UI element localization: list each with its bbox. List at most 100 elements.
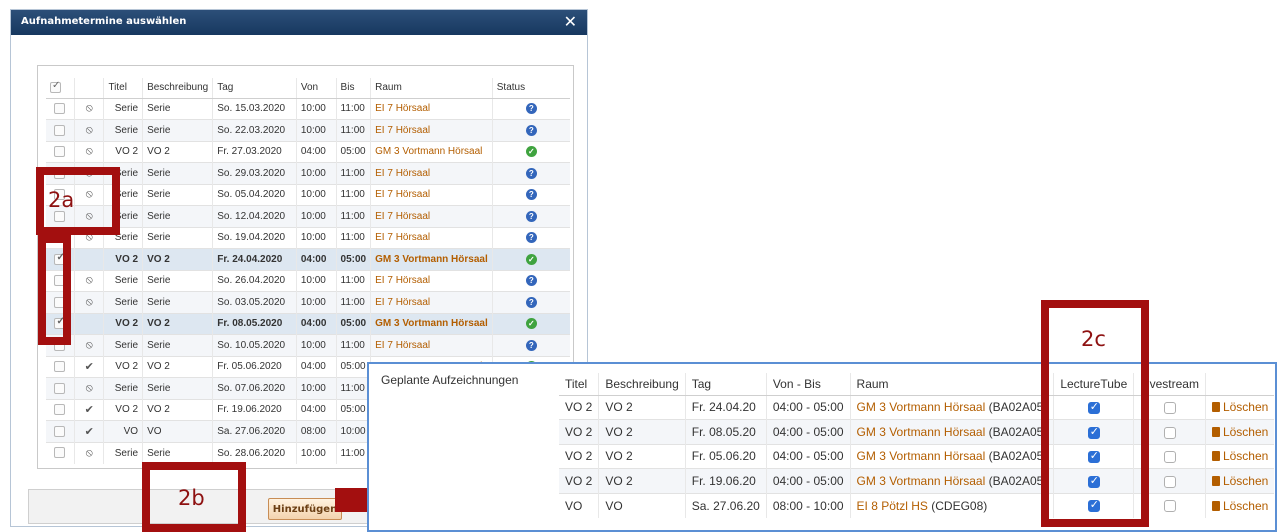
row-checkbox[interactable] bbox=[54, 404, 66, 416]
status-question-icon: ? bbox=[525, 232, 537, 244]
table-row[interactable]: ⦸ Serie Serie So. 26.04.2020 10:00 11:00 EI 7 … bbox=[46, 269, 570, 292]
add-button[interactable]: Hinzufügen bbox=[268, 498, 342, 520]
cell-actions[interactable]: Löschen bbox=[1204, 394, 1275, 420]
row-select-cell[interactable] bbox=[46, 398, 75, 421]
planned-row: VO 2 VO 2 Fr. 24.04.20 04:00 - 05:00 GM 3 Vo… bbox=[559, 394, 1275, 420]
table-row[interactable]: VO 2VO 2Fr. 24.04.202004:0005:00GM 3 Vor… bbox=[46, 248, 570, 270]
cell-raum[interactable]: EI 7 Hörsaal bbox=[370, 291, 493, 313]
cell-raum[interactable]: GM 3 Vortmann Hörsaal bbox=[370, 248, 493, 270]
cell-tag: So. 29.03.2020 bbox=[212, 162, 297, 184]
select-all-header[interactable] bbox=[46, 78, 75, 99]
table-row[interactable]: ⦸ VO 2 VO 2 Fr. 27.03.2020 04:00 05:00 GM 3 Vo… bbox=[46, 140, 570, 163]
table-row[interactable]: ⦸ Serie Serie So. 12.04.2020 10:00 11:00 EI 7 … bbox=[46, 205, 570, 227]
cell-beschreibung: VO 2 bbox=[598, 419, 686, 444]
cell-bis: 11:00 bbox=[335, 269, 371, 292]
row-select-cell[interactable] bbox=[46, 420, 75, 442]
status-question-icon: ? bbox=[525, 103, 537, 115]
status-question-icon: ? bbox=[525, 189, 537, 201]
row-checkbox[interactable] bbox=[54, 124, 66, 136]
cell-von: 04:00 bbox=[295, 355, 337, 378]
status-question-icon: ? bbox=[525, 210, 537, 222]
delete-link[interactable]: Löschen bbox=[1211, 449, 1268, 463]
select-all-checkbox[interactable] bbox=[50, 80, 61, 94]
room-link[interactable]: GM 3 Vortmann Hörsaal bbox=[857, 449, 986, 463]
row-checkbox[interactable] bbox=[54, 382, 66, 394]
cell-actions[interactable]: Löschen bbox=[1204, 419, 1275, 444]
cell-raum[interactable]: EI 7 Hörsaal bbox=[370, 205, 493, 227]
cell-actions[interactable]: Löschen bbox=[1204, 468, 1275, 493]
row-select-cell[interactable] bbox=[46, 441, 75, 464]
cell-raum[interactable]: EI 7 Hörsaal bbox=[370, 269, 493, 292]
cell-bis: 11:00 bbox=[335, 205, 371, 227]
table-row[interactable]: ⦸ Serie Serie So. 05.04.2020 10:00 11:00 EI 7 … bbox=[46, 183, 570, 206]
row-checkbox[interactable] bbox=[54, 425, 66, 437]
table-row[interactable]: ⦸ Serie Serie So. 29.03.2020 10:00 11:00 EI 7 … bbox=[46, 162, 570, 184]
cell-titel: Serie bbox=[103, 269, 143, 292]
cell-raum: EI 8 Pötzl HS (CDEG08) bbox=[849, 492, 1054, 518]
cell-von: 10:00 bbox=[295, 183, 337, 206]
cell-von-bis: 04:00 - 05:00 bbox=[765, 468, 851, 493]
delete-link[interactable]: Löschen bbox=[1211, 400, 1268, 414]
livestream-checkbox[interactable] bbox=[1163, 426, 1176, 439]
status-question-icon: ? bbox=[525, 275, 537, 287]
delete-link[interactable]: Löschen bbox=[1211, 499, 1268, 513]
cell-raum[interactable]: EI 7 Hörsaal bbox=[370, 334, 493, 356]
cell-raum: GM 3 Vortmann Hörsaal (BA02A05) bbox=[849, 419, 1054, 444]
cell-status: ✓ bbox=[491, 248, 570, 270]
row-checkbox[interactable] bbox=[54, 103, 66, 115]
cell-von: 10:00 bbox=[295, 334, 337, 356]
row-select-cell[interactable] bbox=[46, 355, 75, 378]
table-row[interactable]: ⦸ Serie Serie So. 10.05.2020 10:00 11:00 EI 7 … bbox=[46, 334, 570, 356]
cell-actions[interactable]: Löschen bbox=[1204, 443, 1275, 469]
cell-von: 04:00 bbox=[295, 140, 337, 163]
row-select-cell[interactable] bbox=[46, 97, 75, 120]
cell-raum[interactable]: EI 7 Hörsaal bbox=[370, 162, 493, 184]
table-row[interactable]: ⦸ Serie Serie So. 15.03.2020 10:00 11:00 EI 7 … bbox=[46, 97, 570, 120]
delete-link[interactable]: Löschen bbox=[1211, 425, 1268, 439]
livestream-checkbox[interactable] bbox=[1163, 475, 1176, 488]
room-link[interactable]: EI 8 Pötzl HS bbox=[857, 499, 928, 513]
cell-von: 10:00 bbox=[295, 205, 337, 227]
livestream-checkbox[interactable] bbox=[1163, 402, 1176, 415]
room-code: (BA02A05) bbox=[988, 449, 1048, 464]
cell-raum[interactable]: EI 7 Hörsaal bbox=[370, 183, 493, 206]
delete-label: Löschen bbox=[1222, 473, 1269, 488]
row-checkbox[interactable] bbox=[54, 361, 66, 373]
close-icon[interactable]: ✕ bbox=[564, 11, 577, 33]
header-bis: Bis bbox=[335, 78, 371, 99]
table-row[interactable]: ⦸ Serie Serie So. 22.03.2020 10:00 11:00 EI 7 … bbox=[46, 119, 570, 141]
table-row[interactable]: ⦸ Serie Serie So. 19.04.2020 10:00 11:00 EI 7 … bbox=[46, 226, 570, 249]
livestream-checkbox[interactable] bbox=[1163, 500, 1176, 513]
cell-beschreibung: VO 2 bbox=[598, 394, 686, 420]
delete-link[interactable]: Löschen bbox=[1211, 473, 1269, 488]
row-select-cell[interactable] bbox=[46, 377, 75, 399]
cell-titel: VO 2 bbox=[103, 398, 143, 421]
cell-titel: Serie bbox=[103, 119, 143, 141]
cell-raum[interactable]: EI 7 Hörsaal bbox=[370, 97, 493, 120]
cell-status: ? bbox=[491, 183, 570, 206]
room-link[interactable]: GM 3 Vortmann Hörsaal bbox=[857, 400, 986, 414]
cell-raum[interactable]: EI 7 Hörsaal bbox=[370, 226, 493, 249]
row-select-cell[interactable] bbox=[46, 140, 75, 163]
cell-tag: Fr. 19.06.20 bbox=[684, 468, 767, 493]
cell-raum[interactable]: EI 7 Hörsaal bbox=[370, 119, 493, 141]
ban-icon: ⦸ bbox=[85, 274, 93, 287]
room-link[interactable]: GM 3 Vortmann Hörsaal bbox=[857, 425, 986, 439]
cell-raum[interactable]: GM 3 Vortmann Hörsaal bbox=[370, 312, 493, 335]
row-checkbox[interactable] bbox=[54, 146, 66, 158]
table-row[interactable]: VO 2VO 2Fr. 08.05.202004:0005:00GM 3 Vor… bbox=[46, 312, 570, 335]
cell-von: 04:00 bbox=[295, 398, 337, 421]
table-row[interactable]: ⦸ Serie Serie So. 03.05.2020 10:00 11:00 EI 7 … bbox=[46, 291, 570, 313]
cell-beschreibung: Serie bbox=[142, 183, 213, 206]
cell-beschreibung: VO 2 bbox=[598, 443, 686, 469]
cell-actions[interactable]: Löschen bbox=[1204, 492, 1275, 518]
ban-icon: ⦸ bbox=[85, 123, 93, 136]
row-checkbox[interactable] bbox=[54, 447, 66, 459]
header-icon-col bbox=[73, 78, 104, 99]
livestream-checkbox[interactable] bbox=[1163, 451, 1176, 464]
room-link[interactable]: GM 3 Vortmann Hörsaal bbox=[857, 474, 986, 488]
annotation-box-2a-column bbox=[38, 235, 71, 345]
cell-raum[interactable]: GM 3 Vortmann Hörsaal bbox=[370, 140, 493, 163]
row-select-cell[interactable] bbox=[46, 119, 75, 141]
cell-raum: GM 3 Vortmann Hörsaal (BA02A05) bbox=[849, 394, 1054, 420]
